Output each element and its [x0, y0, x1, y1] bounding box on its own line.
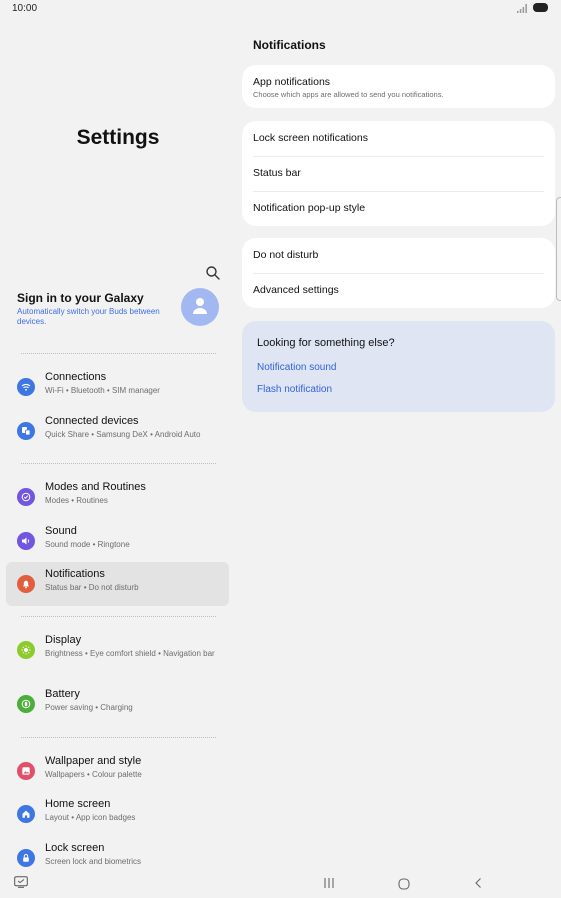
- item-title: Modes and Routines: [45, 481, 146, 493]
- person-icon: [193, 298, 207, 314]
- signal-icon: [517, 4, 527, 13]
- divider: [21, 737, 216, 738]
- item-subtitle: Modes • Routines: [45, 496, 108, 505]
- lock-screen-notifications-row[interactable]: Lock screen notifications: [253, 121, 544, 157]
- item-title: Wallpaper and style: [45, 755, 142, 767]
- advanced-settings-row[interactable]: Advanced settings: [253, 273, 544, 308]
- item-subtitle: Status bar • Do not disturb: [45, 583, 139, 592]
- row-label: Lock screen notifications: [253, 132, 368, 144]
- row-description: Choose which apps are allowed to send yo…: [253, 90, 444, 99]
- row-label: Status bar: [253, 167, 301, 179]
- recent-apps-icon[interactable]: [322, 877, 336, 889]
- app-notifications-card: App notifications Choose which apps are …: [242, 65, 555, 108]
- item-subtitle: Quick Share • Samsung DeX • Android Auto: [45, 430, 201, 439]
- item-subtitle: Wi-Fi • Bluetooth • SIM manager: [45, 386, 160, 395]
- item-title: Connected devices: [45, 415, 139, 427]
- app-notifications-row[interactable]: App notifications Choose which apps are …: [253, 65, 544, 100]
- item-subtitle: Brightness • Eye comfort shield • Naviga…: [45, 649, 215, 658]
- item-title: Sound: [45, 525, 77, 537]
- battery-status-icon: [533, 3, 548, 12]
- item-subtitle: Layout • App icon badges: [45, 813, 136, 822]
- keyboard-icon[interactable]: [14, 876, 28, 888]
- status-time: 10:00: [12, 3, 38, 14]
- settings-item-battery[interactable]: Battery Power saving • Charging: [6, 682, 229, 726]
- back-icon[interactable]: [473, 877, 483, 889]
- modes-icon: [17, 488, 35, 506]
- sun-icon: [17, 641, 35, 659]
- row-label: App notifications: [253, 76, 331, 88]
- page-title: Settings: [76, 126, 160, 149]
- row-label: Advanced settings: [253, 284, 339, 296]
- galaxy-account-signin[interactable]: Sign in to your Galaxy Automatically swi…: [17, 288, 227, 338]
- connected-devices-icon: [17, 422, 35, 440]
- do-not-disturb-row[interactable]: Do not disturb: [253, 238, 544, 274]
- notification-display-card: Lock screen notifications Status bar Not…: [242, 121, 555, 226]
- suggestions-heading: Looking for something else?: [257, 337, 395, 349]
- divider: [21, 616, 216, 617]
- item-title: Home screen: [45, 798, 111, 810]
- account-title: Sign in to your Galaxy: [17, 291, 144, 305]
- settings-item-home-screen[interactable]: Home screen Layout • App icon badges: [6, 792, 229, 836]
- edge-panel-handle[interactable]: [556, 197, 561, 301]
- suggestions-card: Looking for something else? Notification…: [242, 321, 555, 412]
- status-bar: 10:00: [0, 0, 561, 18]
- settings-item-connections[interactable]: Connections Wi-Fi • Bluetooth • SIM mana…: [6, 365, 229, 409]
- account-subtitle: Automatically switch your Buds between d…: [17, 307, 160, 326]
- settings-item-wallpaper-and-style[interactable]: Wallpaper and style Wallpapers • Colour …: [6, 749, 229, 793]
- item-title: Connections: [45, 371, 107, 383]
- sound-icon: [17, 532, 35, 550]
- divider: [21, 463, 216, 464]
- settings-list-pane: Settings Sign in to your Galaxy Automati…: [0, 18, 236, 870]
- row-label: Do not disturb: [253, 249, 319, 261]
- settings-item-display[interactable]: Display Brightness • Eye comfort shield …: [6, 628, 229, 672]
- status-bar-row[interactable]: Status bar: [253, 156, 544, 192]
- navigation-bar: [0, 870, 561, 898]
- home-icon: [17, 805, 35, 823]
- item-title: Battery: [45, 688, 80, 700]
- item-title: Display: [45, 634, 82, 646]
- dnd-advanced-card: Do not disturb Advanced settings: [242, 238, 555, 308]
- settings-item-connected-devices[interactable]: Connected devices Quick Share • Samsung …: [6, 409, 229, 453]
- avatar: [181, 288, 219, 326]
- bell-icon: [17, 575, 35, 593]
- item-subtitle: Screen lock and biometrics: [45, 857, 142, 866]
- wifi-icon: [17, 378, 35, 396]
- wallpaper-icon: [17, 762, 35, 780]
- item-title: Lock screen: [45, 842, 105, 854]
- home-button-icon[interactable]: [398, 878, 410, 890]
- settings-item-sound[interactable]: Sound Sound mode • Ringtone: [6, 519, 229, 563]
- lock-icon: [17, 849, 35, 867]
- notification-sound-link[interactable]: Notification sound: [257, 362, 337, 373]
- battery-icon: [17, 695, 35, 713]
- notification-popup-style-row[interactable]: Notification pop-up style: [253, 191, 544, 226]
- divider: [21, 353, 216, 354]
- row-label: Notification pop-up style: [253, 202, 366, 214]
- flash-notification-link[interactable]: Flash notification: [257, 384, 332, 395]
- section-title: Notifications: [253, 38, 326, 52]
- item-subtitle: Sound mode • Ringtone: [45, 540, 130, 549]
- settings-item-notifications[interactable]: Notifications Status bar • Do not distur…: [6, 562, 229, 606]
- item-title: Notifications: [45, 568, 105, 580]
- item-subtitle: Wallpapers • Colour palette: [45, 770, 142, 779]
- settings-item-modes-and-routines[interactable]: Modes and Routines Modes • Routines: [6, 475, 229, 519]
- item-subtitle: Power saving • Charging: [45, 703, 133, 712]
- search-icon[interactable]: [205, 265, 221, 281]
